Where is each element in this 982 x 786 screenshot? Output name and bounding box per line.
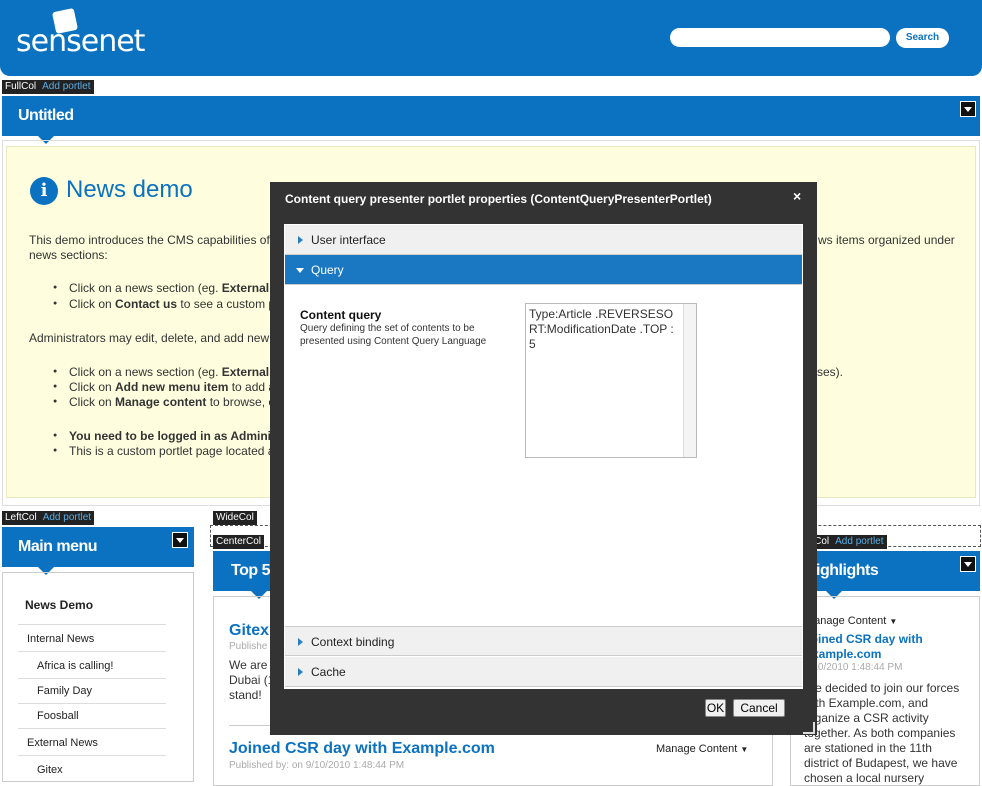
section-context-binding[interactable]: Context binding: [285, 626, 802, 656]
highlight-body: are stationed in the 11th: [804, 741, 932, 755]
menu-item-internal-news[interactable]: Internal News: [18, 626, 166, 652]
bullet-item: This is a custom portlet page located at: [53, 444, 278, 458]
search-button[interactable]: Search: [896, 28, 949, 48]
bullet-text: This is a custom portlet page located at: [69, 444, 278, 458]
intro-text-2: news sections:: [29, 248, 108, 262]
intro-text-right: ws items organized under: [818, 233, 955, 247]
bullet-bold: Contact us: [115, 297, 178, 311]
info-icon: i: [30, 177, 58, 205]
divider: [18, 624, 166, 625]
bullet-text: Click on a news section (eg.: [69, 281, 222, 295]
bullet-bold: Add new menu item: [115, 380, 229, 394]
bullet-item: You need to be logged in as Administra: [53, 429, 294, 443]
ok-button[interactable]: OK: [705, 699, 726, 717]
bullet-item: Click on Contact us to see a custom po: [53, 297, 282, 311]
bullet-item: Click on a news section (eg. External n: [53, 281, 280, 295]
highlight-body: together. As both companies: [804, 726, 956, 740]
bullet-text: Click on: [69, 297, 116, 311]
highlights-header: Highlights: [790, 551, 980, 591]
highlight-body: district of Budapest, we have: [804, 756, 958, 770]
bullet-text: Click on: [69, 395, 116, 409]
textarea-scrollbar[interactable]: [683, 304, 696, 457]
highlight-body: We decided to join our forces: [804, 681, 960, 695]
zone-fullcol: FullCol Add portlet: [2, 80, 94, 94]
article-meta: Publishe: [229, 641, 268, 652]
highlight-body: with Example.com, and: [804, 696, 929, 710]
section-user-interface[interactable]: User interface: [285, 225, 802, 255]
menu-item-news-demo[interactable]: News Demo: [25, 598, 93, 612]
close-icon[interactable]: ×: [793, 188, 801, 204]
article-meta: Published by: on 9/10/2010 1:48:44 PM: [229, 760, 405, 771]
chevron-down-icon: ▼: [889, 617, 898, 626]
manage-content-menu[interactable]: Manage Content ▼: [656, 743, 748, 755]
bullet-item: Click on Add new menu item to add a n: [53, 380, 285, 394]
section-query[interactable]: Query: [285, 255, 802, 285]
portlet-menu-icon[interactable]: [960, 101, 976, 117]
menu-item-family-day[interactable]: Family Day: [18, 678, 166, 704]
main-menu-header: Main menu: [2, 527, 194, 567]
bullet-item: Click on Manage content to browse, ed: [53, 395, 282, 409]
bullet-item: Click on a news section (eg. External n: [53, 365, 280, 379]
admin-text: Administrators may edit, delete, and add…: [29, 331, 280, 345]
manage-content-label: Manage Content: [656, 743, 738, 755]
content-query-desc: Query defining the set of contents to be: [300, 323, 475, 334]
intro-text: This demo introduces the CMS capabilitie…: [29, 233, 282, 247]
chevron-down-icon: ▼: [740, 745, 749, 754]
untitled-portlet-header: Untitled: [2, 96, 980, 136]
menu-item-external-news[interactable]: External News: [18, 730, 166, 756]
dialog-title: Content query presenter portlet properti…: [285, 192, 712, 206]
site-logo[interactable]: sensenet: [16, 24, 145, 59]
add-portlet-link[interactable]: Add portlet: [835, 536, 883, 547]
resize-handle-icon[interactable]: [803, 722, 815, 734]
highlight-meta: 9/10/2010 1:48:44 PM: [804, 662, 903, 673]
add-portlet-link[interactable]: Add portlet: [43, 512, 91, 523]
bullet-bold: Manage content: [115, 395, 207, 409]
news-title: News demo: [66, 176, 193, 203]
zone-label: WideCol: [216, 512, 254, 523]
zone-label: LeftCol: [5, 512, 37, 523]
portlet-menu-icon[interactable]: [960, 556, 976, 572]
menu-item-africa[interactable]: Africa is calling!: [18, 653, 166, 679]
content-query-label: Content query: [300, 308, 382, 322]
article-title[interactable]: Joined CSR day with Example.com: [229, 740, 495, 758]
highlight-title[interactable]: Joined CSR day with: [804, 632, 923, 646]
zone-centercol: CenterCol: [213, 535, 265, 549]
article-body: stand!: [229, 688, 262, 702]
highlight-body: chosen a local nursery: [804, 771, 925, 785]
zone-leftcol: LeftCol Add portlet: [2, 511, 95, 525]
content-query-value: Type:Article .REVERSESORT:ModificationDa…: [529, 307, 674, 351]
zone-label: FullCol: [5, 81, 37, 92]
zone-label: CenterCol: [216, 536, 262, 547]
content-query-desc: presented using Content Query Language: [300, 336, 487, 347]
section-cache[interactable]: Cache: [285, 657, 802, 687]
bullet-text-right: ses).: [817, 365, 844, 379]
portlet-title: Untitled: [18, 107, 74, 124]
bullet-text: to see a custom po: [177, 297, 282, 311]
highlight-body: organize a CSR activity: [804, 711, 929, 725]
portlet-title: Main menu: [18, 538, 98, 555]
cancel-button[interactable]: Cancel: [733, 699, 785, 717]
bullet-text: Click on: [69, 380, 116, 394]
add-portlet-link[interactable]: Add portlet: [42, 81, 90, 92]
content-query-textarea[interactable]: Type:Article .REVERSESORT:ModificationDa…: [525, 303, 697, 458]
manage-content-menu[interactable]: Manage Content ▼: [805, 615, 897, 627]
portlet-menu-icon[interactable]: [172, 532, 188, 548]
bullet-text: Click on a news section (eg.: [69, 365, 222, 379]
manage-content-label: Manage Content: [805, 615, 887, 627]
menu-item-foosball[interactable]: Foosball: [18, 703, 166, 729]
search-input[interactable]: [670, 28, 890, 47]
zone-widecol: WideCol: [213, 511, 257, 525]
bullet-bold: You need to be logged in as Administra: [69, 429, 294, 443]
menu-item-gitex[interactable]: Gitex: [18, 757, 166, 783]
article-title[interactable]: Gitex: [229, 622, 269, 640]
